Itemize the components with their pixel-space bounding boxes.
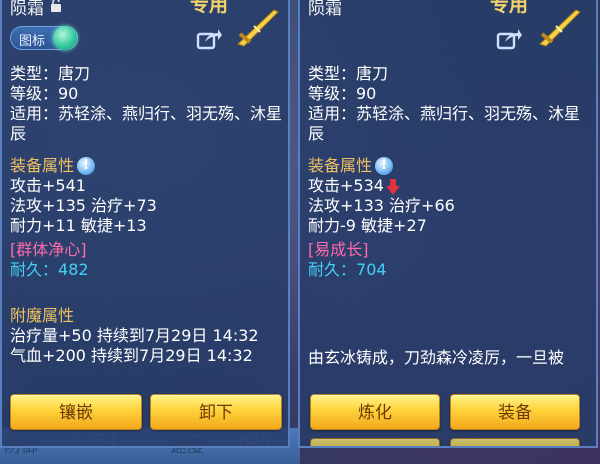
durability-value: 704 — [356, 260, 387, 279]
equipped-item-panel: 陨霜 专用 图标 类型：唐刀 等级：90 适用：苏轻涂、燕归行、羽无殇、沐星辰 … — [0, 0, 290, 448]
icon-toggle[interactable]: 图标 — [10, 26, 78, 50]
item-details: 类型：唐刀 等级：90 适用：苏轻涂、燕归行、羽无殇、沐星辰 装备属性 ! 攻击… — [308, 64, 592, 368]
equip-button[interactable]: 装备 — [450, 394, 580, 430]
inlay-button[interactable]: 镶嵌 — [10, 394, 142, 430]
durability-line: 耐久：482 — [10, 260, 284, 280]
unequip-button[interactable]: 卸下 — [150, 394, 282, 430]
level-line: 等级：90 — [308, 84, 377, 103]
enchant-line: 治疗量+50 持续到7月29日 14:32 — [10, 326, 259, 345]
magic-line: 法攻+135 治疗+73 — [10, 196, 157, 215]
equip-attr-title: 装备属性 — [10, 156, 75, 175]
lock-icon — [51, 0, 61, 12]
item-details: 类型：唐刀 等级：90 适用：苏轻涂、燕归行、羽无殇、沐星辰 装备属性 ! 攻击… — [10, 64, 284, 366]
info-icon[interactable]: ! — [77, 157, 96, 175]
durability-label: 耐久： — [10, 260, 59, 279]
info-icon[interactable]: ! — [375, 157, 394, 175]
share-icon[interactable] — [496, 28, 522, 50]
magic-line: 法攻+133 治疗+66 — [308, 196, 455, 215]
type-line: 类型：唐刀 — [10, 64, 91, 83]
enchant-line: 气血+200 持续到7月29日 14:32 — [10, 346, 253, 365]
arrow-down-icon — [385, 178, 400, 195]
stamina-line: 耐力-9 敏捷+27 — [308, 216, 427, 235]
item-name: 陨霜 — [10, 0, 44, 19]
donate-button[interactable]: 捐献 — [310, 438, 440, 446]
equip-attr-section: 装备属性 ! — [308, 156, 592, 176]
type-line: 类型：唐刀 — [308, 64, 389, 83]
durability-label: 耐久： — [308, 260, 357, 279]
attack-line: 攻击+534 — [308, 176, 592, 196]
durability-value: 482 — [58, 260, 89, 279]
exclusive-label: 专用 — [190, 0, 229, 16]
special-effect: [群体净心] — [10, 240, 87, 259]
extract-button[interactable]: 提炼 — [450, 438, 580, 446]
exclusive-label: 专用 — [490, 0, 529, 16]
share-icon[interactable] — [196, 28, 222, 50]
durability-line: 耐久：704 — [308, 260, 592, 280]
equip-attr-section: 装备属性 ! — [10, 156, 284, 176]
attack-value: 攻击+534 — [308, 176, 384, 195]
toggle-knob — [53, 26, 77, 50]
attack-line: 攻击+541 — [10, 176, 86, 195]
item-name: 陨霜 — [308, 0, 342, 19]
usable-line: 适用：苏轻涂、燕归行、羽无殇、沐星辰 — [308, 104, 581, 143]
weapon-icon — [539, 9, 581, 47]
special-effect: [易成长] — [308, 240, 369, 259]
level-line: 等级：90 — [10, 84, 79, 103]
enchant-title: 附魔属性 — [10, 306, 75, 325]
stamina-line: 耐力+11 敏捷+13 — [10, 216, 147, 235]
item-description: 由玄冰铸成，刀劲森冷凌厉，一旦被 — [308, 348, 565, 367]
toggle-label: 图标 — [19, 34, 46, 49]
compare-item-panel: 陨霜 专用 类型：唐刀 等级：90 适用：苏轻涂、燕归行、羽无殇、沐星辰 装备属… — [298, 0, 598, 448]
refine-button[interactable]: 炼化 — [310, 394, 440, 430]
weapon-icon — [237, 9, 279, 47]
usable-line: 适用：苏轻涂、燕归行、羽无殇、沐星辰 — [10, 104, 283, 143]
equip-attr-title: 装备属性 — [308, 156, 373, 175]
